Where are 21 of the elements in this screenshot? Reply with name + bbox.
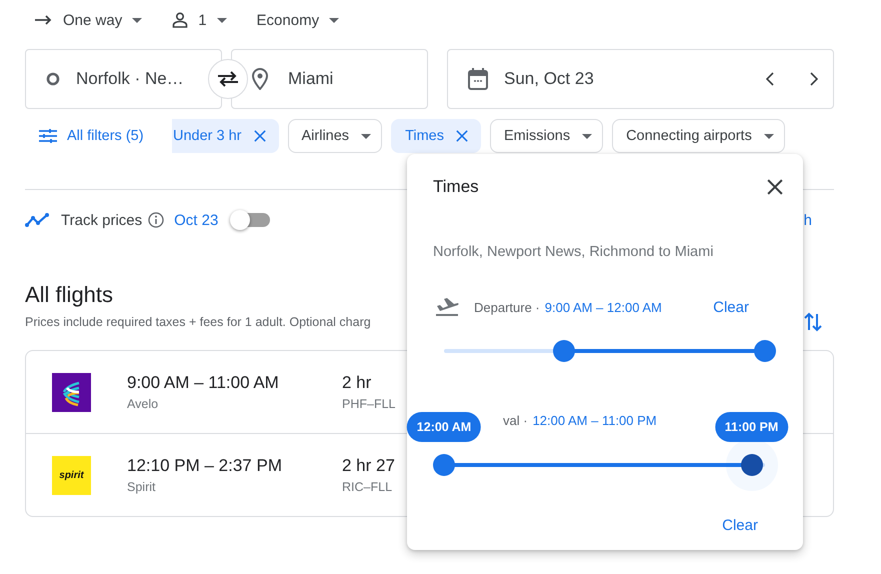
track-prices-label: Track prices bbox=[61, 212, 142, 228]
logo-text: spirit bbox=[59, 470, 84, 480]
popup-title: Times bbox=[433, 177, 479, 197]
range-label: Departure · bbox=[474, 300, 540, 314]
price-note: Prices include required taxes + fees for 1 adult. Optional charg bbox=[25, 315, 371, 329]
flight-duration: 2 hr bbox=[342, 373, 372, 393]
flight-duration: 2 hr 27 bbox=[342, 456, 396, 476]
route-codes: RIC–FLL bbox=[342, 480, 394, 494]
value-tooltip: 12:00 AM bbox=[406, 412, 482, 442]
airline-name: Avelo bbox=[127, 397, 160, 411]
range-value: 12:00 AM – 11:00 PM bbox=[532, 412, 657, 428]
date-label: Oct 23 bbox=[174, 212, 218, 228]
range-label: val · bbox=[503, 412, 528, 428]
range-value: 9:00 AM – 12:00 AM bbox=[544, 300, 662, 314]
flight-times: 12:10 PM – 2:37 PM bbox=[127, 456, 283, 476]
route-text: Norfolk, Newport News, Richmond to Miami bbox=[433, 243, 714, 262]
flight-times: 9:00 AM – 11:00 AM bbox=[127, 373, 280, 393]
route-codes: PHF–FLL bbox=[342, 397, 396, 411]
section-title: All flights bbox=[25, 281, 114, 309]
value-tooltip: 11:00 PM bbox=[714, 412, 788, 442]
airline-name: Spirit bbox=[127, 480, 156, 494]
